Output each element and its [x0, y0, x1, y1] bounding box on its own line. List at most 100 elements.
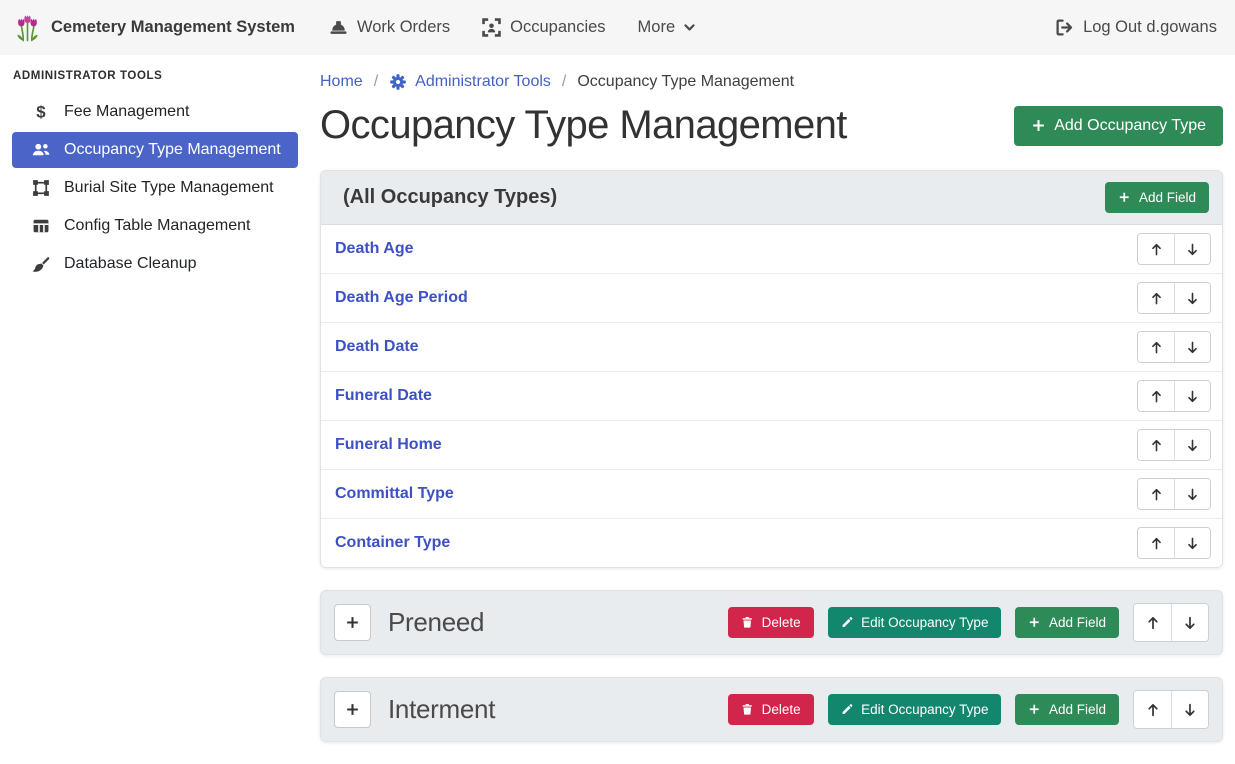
field-link-funeral-home[interactable]: Funeral Home	[335, 436, 442, 454]
trash-icon	[741, 703, 754, 716]
section-preneed-move-down-button[interactable]	[1171, 604, 1208, 641]
field-container-type-move-down-button[interactable]	[1174, 528, 1210, 558]
field-death-age-period-move-up-button[interactable]	[1138, 283, 1174, 313]
field-link-death-age-period[interactable]: Death Age Period	[335, 289, 468, 307]
sidebar-item-database-cleanup[interactable]: Database Cleanup	[12, 246, 298, 282]
users-icon	[31, 141, 51, 159]
delete-button-interment[interactable]: Delete	[728, 694, 814, 725]
delete-button-preneed[interactable]: Delete	[728, 607, 814, 638]
field-death-date-move-down-button[interactable]	[1174, 332, 1210, 362]
field-funeral-home-move-down-button[interactable]	[1174, 430, 1210, 460]
sidebar-item-burial-site-type-management[interactable]: Burial Site Type Management	[12, 170, 298, 206]
top-navbar: Cemetery Management System Work Orders O…	[0, 0, 1235, 55]
delete-button-preneed-label: Delete	[762, 615, 801, 630]
page-header: Occupancy Type Management Add Occupancy …	[320, 103, 1223, 148]
field-funeral-date-move-down-button[interactable]	[1174, 381, 1210, 411]
field-link-funeral-date[interactable]: Funeral Date	[335, 387, 432, 405]
field-row-death-age-period: Death Age Period	[321, 273, 1222, 322]
table-icon	[31, 217, 51, 235]
field-container-type-move-up-button[interactable]	[1138, 528, 1174, 558]
sidebar-item-label: Burial Site Type Management	[64, 179, 274, 197]
field-row-funeral-home: Funeral Home	[321, 420, 1222, 469]
svg-text:$: $	[36, 103, 46, 121]
gear-icon	[389, 73, 407, 91]
edit-occupancy-type-button-interment[interactable]: Edit Occupancy Type	[828, 694, 1002, 725]
plus-icon	[1118, 191, 1131, 204]
section-header-interment: IntermentDeleteEdit Occupancy TypeAdd Fi…	[320, 677, 1223, 742]
pencil-icon	[841, 616, 854, 629]
field-link-death-age[interactable]: Death Age	[335, 240, 414, 258]
breadcrumb-administrator-tools[interactable]: Administrator Tools	[389, 73, 551, 91]
add-occupancy-type-label: Add Occupancy Type	[1054, 117, 1206, 135]
breadcrumb-label: Home	[320, 73, 363, 91]
chevron-down-icon	[683, 21, 696, 34]
sidebar: Administrator Tools $Fee ManagementOccup…	[0, 55, 310, 284]
field-death-date-move-up-button[interactable]	[1138, 332, 1174, 362]
section-interment-reorder-group	[1133, 690, 1209, 729]
plus-icon	[345, 615, 360, 630]
sidebar-item-fee-management[interactable]: $Fee Management	[12, 94, 298, 130]
edit-occupancy-type-button-interment-label: Edit Occupancy Type	[861, 702, 988, 717]
expand-section-button-preneed[interactable]	[334, 604, 371, 641]
field-death-age-reorder-group	[1137, 233, 1211, 265]
arrow-up-icon	[1149, 291, 1164, 306]
section-interment-move-down-button[interactable]	[1171, 691, 1208, 728]
field-committal-type-move-down-button[interactable]	[1174, 479, 1210, 509]
tulip-logo-icon	[14, 13, 41, 43]
section-preneed-reorder-group	[1133, 603, 1209, 642]
arrow-down-icon	[1185, 389, 1200, 404]
hard-hat-icon	[329, 18, 348, 37]
field-funeral-home-move-up-button[interactable]	[1138, 430, 1174, 460]
dollar-icon: $	[31, 103, 51, 121]
occupancy-type-sections: PreneedDeleteEdit Occupancy TypeAdd Fiel…	[320, 590, 1223, 742]
sidebar-heading: Administrator Tools	[12, 70, 298, 94]
field-death-age-period-move-down-button[interactable]	[1174, 283, 1210, 313]
arrow-down-icon	[1185, 536, 1200, 551]
field-row-death-age: Death Age	[321, 225, 1222, 273]
field-link-committal-type[interactable]: Committal Type	[335, 485, 454, 503]
sidebar-item-occupancy-type-management[interactable]: Occupancy Type Management	[12, 132, 298, 168]
section-actions: Delete Edit Occupancy Type Add Field	[728, 603, 1209, 642]
arrow-down-icon	[1185, 438, 1200, 453]
delete-button-interment-label: Delete	[762, 702, 801, 717]
add-field-button[interactable]: Add Field	[1105, 182, 1209, 213]
field-link-container-type[interactable]: Container Type	[335, 534, 450, 552]
logout-button[interactable]: Log Out d.gowans	[1055, 18, 1217, 37]
nav-item-work-orders[interactable]: Work Orders	[329, 18, 450, 37]
field-row-funeral-date: Funeral Date	[321, 371, 1222, 420]
app-brand[interactable]: Cemetery Management System	[14, 13, 295, 43]
section-preneed-move-up-button[interactable]	[1134, 604, 1171, 641]
add-field-button-preneed[interactable]: Add Field	[1015, 607, 1119, 638]
nav-item-more[interactable]: More	[638, 18, 697, 37]
field-link-death-date[interactable]: Death Date	[335, 338, 419, 356]
add-occupancy-type-button[interactable]: Add Occupancy Type	[1014, 106, 1223, 146]
field-list: Death Age Death Age Period Death Date Funer…	[321, 225, 1222, 567]
breadcrumb-label: Administrator Tools	[415, 73, 551, 91]
navbar-right: Log Out d.gowans	[1055, 18, 1217, 37]
edit-occupancy-type-button-preneed-label: Edit Occupancy Type	[861, 615, 988, 630]
nav-item-label: Work Orders	[357, 18, 450, 37]
field-funeral-date-move-up-button[interactable]	[1138, 381, 1174, 411]
section-interment-move-up-button[interactable]	[1134, 691, 1171, 728]
logout-label: Log Out d.gowans	[1083, 18, 1217, 37]
sidebar-item-config-table-management[interactable]: Config Table Management	[12, 208, 298, 244]
all-occupancy-types-header: (All Occupancy Types) Add Field	[321, 171, 1222, 225]
field-committal-type-move-up-button[interactable]	[1138, 479, 1174, 509]
arrow-up-icon	[1149, 389, 1164, 404]
plus-icon	[1028, 703, 1041, 716]
nav-item-occupancies[interactable]: Occupancies	[482, 18, 605, 37]
add-field-button-interment[interactable]: Add Field	[1015, 694, 1119, 725]
breadcrumb-home[interactable]: Home	[320, 73, 363, 91]
breadcrumb-separator: /	[374, 73, 378, 91]
edit-occupancy-type-button-preneed[interactable]: Edit Occupancy Type	[828, 607, 1002, 638]
breadcrumb-occupancy-type-management: Occupancy Type Management	[577, 73, 794, 91]
expand-section-button-interment[interactable]	[334, 691, 371, 728]
all-occupancy-types-title: (All Occupancy Types)	[334, 186, 557, 209]
arrow-up-icon	[1149, 242, 1164, 257]
field-death-age-move-down-button[interactable]	[1174, 234, 1210, 264]
field-death-age-move-up-button[interactable]	[1138, 234, 1174, 264]
all-occupancy-types-card: (All Occupancy Types) Add Field Death Ag…	[320, 170, 1223, 568]
plus-icon	[1031, 118, 1046, 133]
app-title: Cemetery Management System	[51, 18, 295, 37]
page-layout: Administrator Tools $Fee ManagementOccup…	[0, 55, 1235, 764]
